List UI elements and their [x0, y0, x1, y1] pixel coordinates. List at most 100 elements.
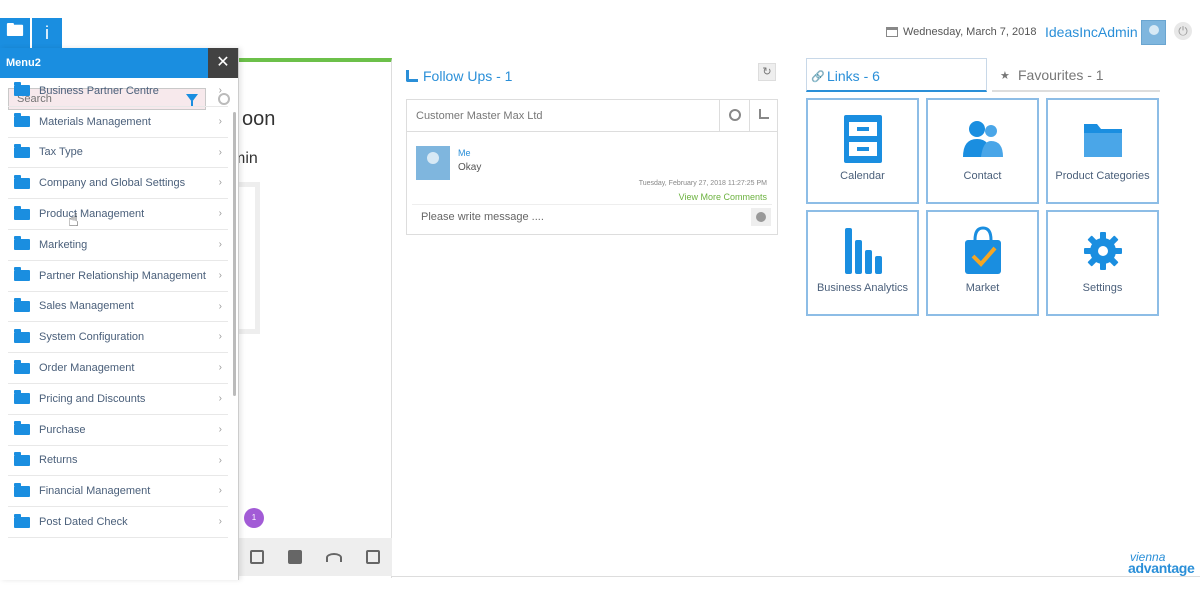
folder-icon [14, 482, 30, 497]
menu-item-label: Financial Management [39, 485, 151, 498]
calendar-icon [886, 27, 898, 37]
tile-calendar[interactable]: Calendar [806, 98, 919, 204]
tile-label: Product Categories [1055, 170, 1150, 182]
menu-item[interactable]: System Configuration › [8, 322, 228, 354]
edit-icon[interactable] [288, 550, 302, 564]
chevron-right-icon: › [218, 85, 222, 96]
chevron-right-icon: › [218, 516, 222, 528]
menu-title: Menu2 [6, 57, 41, 69]
folder-icon [14, 205, 30, 220]
menu-item-label: Materials Management [39, 115, 151, 128]
menu-item[interactable]: Product Management › [8, 199, 228, 230]
header-username[interactable]: IdeasIncAdmin [1045, 24, 1138, 40]
app-root: 🖿 i Wednesday, March 7, 2018 IdeasIncAdm… [0, 0, 1200, 600]
separator [749, 100, 750, 132]
menu-item[interactable]: Post Dated Check › [8, 507, 228, 538]
chevron-right-icon: › [218, 331, 222, 343]
menu-item-label: Tax Type [39, 146, 83, 159]
separator [719, 100, 720, 132]
gauge-icon[interactable] [326, 552, 342, 562]
chevron-right-icon: › [218, 115, 222, 127]
cabinet-icon [808, 114, 917, 164]
menu-item[interactable]: Purchase › [8, 415, 228, 446]
send-icon[interactable] [751, 208, 771, 226]
tile-product-categories[interactable]: Product Categories [1046, 98, 1159, 204]
menu-item-label: Post Dated Check [39, 516, 128, 529]
menu-item[interactable]: Pricing and Discounts › [8, 384, 228, 415]
folder-icon [14, 390, 30, 405]
refresh-icon[interactable]: ↻ [758, 63, 776, 81]
zoom-icon[interactable] [729, 109, 741, 121]
comment-avatar [416, 146, 450, 180]
message-input[interactable]: Please write message .... [412, 204, 772, 228]
follow-up-record[interactable]: Customer Master Max Ltd [416, 110, 543, 122]
close-icon[interactable]: ✕ [208, 48, 238, 78]
divider [392, 576, 1200, 577]
menu-scrollbar[interactable] [233, 112, 236, 396]
tile-business-analytics[interactable]: Business Analytics [806, 210, 919, 316]
menu-item-label: Sales Management [39, 300, 134, 313]
header-date: Wednesday, March 7, 2018 [886, 26, 1037, 38]
menu-item-label: Partner Relationship Management [39, 269, 206, 282]
comment-author: Me [458, 148, 471, 158]
view-more-link[interactable]: View More Comments [679, 192, 767, 202]
folder-tab-icon[interactable]: 🖿 [0, 18, 30, 48]
logo-main: advantage [1128, 560, 1195, 576]
menu-item-label: System Configuration [39, 331, 145, 344]
link-icon: 🔗 [811, 71, 825, 83]
menu-item[interactable]: Business Partner Centre › [8, 76, 228, 107]
hand-cursor-icon: ☝ [68, 210, 79, 230]
chevron-right-icon: › [218, 485, 222, 497]
menu-item[interactable]: Order Management › [8, 353, 228, 384]
menu-item-label: Company and Global Settings [39, 177, 186, 190]
folder-icon [14, 236, 30, 251]
follow-up-panel: Customer Master Max Ltd Me Okay Tuesday,… [406, 99, 778, 235]
folder-icon [14, 513, 30, 528]
folder-icon [1048, 114, 1157, 164]
menu-item[interactable]: Returns › [8, 446, 228, 477]
tile-label: Calendar [840, 170, 885, 182]
follow-up-header: Customer Master Max Ltd [407, 100, 777, 132]
rss-icon [406, 70, 418, 82]
contact-icon [928, 114, 1037, 164]
tile-label: Business Analytics [816, 282, 909, 294]
menu-item-label: Business Partner Centre [39, 84, 159, 97]
menu-item[interactable]: Partner Relationship Management › [8, 261, 228, 292]
user-avatar[interactable] [1141, 20, 1166, 45]
folder-icon [14, 421, 30, 436]
power-icon[interactable]: ⏻ [1174, 22, 1192, 40]
chevron-right-icon: › [218, 238, 222, 250]
gear-icon [1048, 226, 1157, 276]
tab-favourites[interactable]: ★ Favourites - 1 [992, 58, 1160, 92]
tile-market[interactable]: Market [926, 210, 1039, 316]
tile-label: Contact [963, 170, 1002, 182]
chevron-right-icon: › [218, 146, 222, 158]
document-icon[interactable] [366, 550, 380, 564]
follow-ups-title-text: Follow Ups - 1 [423, 68, 513, 84]
menu-item-label: Returns [39, 454, 78, 467]
menu-item-label: Purchase [39, 423, 86, 436]
tile-settings[interactable]: Settings [1046, 210, 1159, 316]
info-tab-icon[interactable]: i [32, 18, 62, 48]
menu-item[interactable]: Sales Management › [8, 292, 228, 323]
top-tabs: 🖿 i [0, 18, 62, 48]
menu-item[interactable]: Company and Global Settings › [8, 168, 228, 200]
tab-links[interactable]: 🔗 Links - 6 [806, 58, 987, 92]
subscribe-icon[interactable] [759, 109, 769, 119]
menu-header: Menu2 ✕ [0, 48, 238, 78]
menu-list: Business Partner Centre › Materials Manag… [8, 76, 228, 538]
menu-item[interactable]: Financial Management › [8, 476, 228, 508]
menu-item[interactable]: Materials Management › [8, 107, 228, 138]
chevron-right-icon: › [218, 177, 222, 189]
comment-time: Tuesday, February 27, 2018 11:27:25 PM [638, 180, 767, 187]
menu-item-label: Product Management [39, 208, 145, 221]
list-icon[interactable] [250, 550, 264, 564]
shopping-bag-icon [928, 226, 1037, 276]
follow-ups-title: Follow Ups - 1 [406, 68, 512, 84]
menu-item[interactable]: Marketing › [8, 230, 228, 261]
menu-item[interactable]: Tax Type › [8, 138, 228, 169]
notification-badge[interactable]: 1 [244, 508, 264, 528]
chevron-right-icon: › [218, 423, 222, 435]
tab-links-label: Links - 6 [827, 68, 880, 84]
tile-contact[interactable]: Contact [926, 98, 1039, 204]
